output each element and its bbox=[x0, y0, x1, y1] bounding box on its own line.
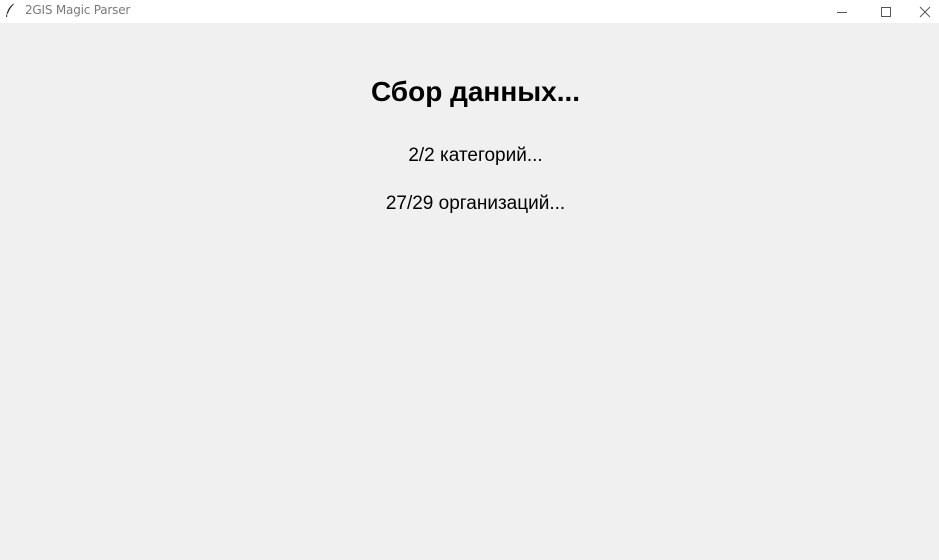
main-panel: Сбор данных... 2/2 категорий... 27/29 ор… bbox=[0, 23, 939, 560]
minimize-button[interactable] bbox=[820, 0, 864, 23]
organizations-progress-label: 27/29 организаций... bbox=[385, 193, 566, 214]
feather-icon bbox=[4, 2, 18, 18]
page-title: Сбор данных... bbox=[370, 76, 581, 107]
title-bar: 2GIS Magic Parser bbox=[0, 0, 939, 23]
maximize-button[interactable] bbox=[864, 0, 908, 23]
categories-progress-label: 2/2 категорий... bbox=[408, 145, 543, 166]
close-button[interactable] bbox=[910, 0, 939, 23]
window-title: 2GIS Magic Parser bbox=[25, 3, 131, 17]
close-icon bbox=[919, 6, 930, 17]
maximize-icon bbox=[881, 6, 891, 17]
minimize-icon bbox=[837, 11, 847, 13]
